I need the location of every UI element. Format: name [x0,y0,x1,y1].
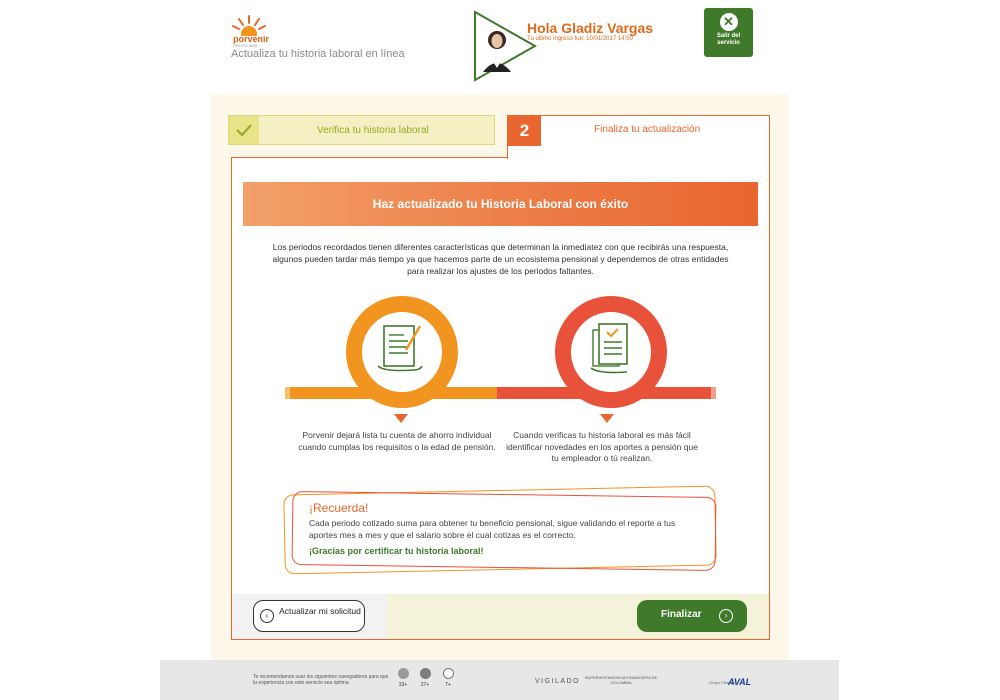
reminder-title: ¡Recuerda! [309,501,369,515]
step-1-tab[interactable]: Verifica tu historia laboral [228,115,495,145]
chrome-icon [397,668,409,679]
exit-service-label: Salir del servicio [716,33,741,46]
update-request-label: Actualizar mi solicitud [279,606,361,616]
chevron-right-icon: › [719,609,733,623]
step-2-tab [507,115,770,159]
reminder-thanks: ¡Gracias por certificar tu historia labo… [309,546,484,556]
arrow-down-icon [600,414,614,423]
exit-service-button[interactable]: ✕ Salir del servicio [704,8,753,57]
step-2-label: Finaliza tu actualización [594,124,701,135]
porvenir-logo[interactable] [231,14,281,36]
document-circle-left [346,296,458,408]
user-greeting: Hola Gladiz Vargas [527,20,654,36]
browser-version: 33+ [398,682,408,688]
document-circle-right [555,296,667,408]
browser-recommendation: Te recomendamos usar los siguientes nave… [253,674,389,686]
arrow-down-icon [394,414,408,423]
safari-icon [442,668,454,679]
browser-safari: 7+ [441,668,455,688]
document-check-icon [590,323,628,374]
vigilado-label: VIGILADO [535,678,581,685]
finalize-button[interactable]: Finalizar › [637,600,747,632]
page-tagline: Actualiza tu historia laboral en línea [231,48,405,60]
step-1-label: Verifica tu historia laboral [317,125,429,136]
last-login-text: Tu último ingreso fue: 10/01/2017 14:00 [527,36,633,42]
check-icon [229,116,259,144]
timeline-cap-left [285,387,290,399]
sun-logo-icon [232,15,266,36]
document-pen-icon [377,325,423,372]
finalize-label: Finalizar [661,609,702,620]
right-description: Cuando verificas tu historia laboral es … [506,430,698,463]
close-icon: ✕ [719,13,738,31]
chevron-left-icon: ‹ [260,609,274,623]
step-2-number: 2 [508,116,541,146]
update-request-button[interactable]: ‹ Actualizar mi solicitud [253,600,365,632]
superintendencia-label: SUPERINTENDENCIA FINANCIERA DE COLOMBIA [584,675,658,685]
intro-paragraph: Los periodos recordados tienen diferente… [272,242,729,276]
browser-firefox: 27+ [418,668,432,688]
success-banner: Haz actualizado tu Historia Laboral con … [243,182,758,226]
reminder-text: Cada periodo cotizado suma para obtener … [309,518,676,540]
browser-chrome: 33+ [396,668,410,688]
page: porvenir GRUPO AVAL Actualiza tu histori… [0,0,1000,700]
timeline-cap-right [711,387,716,399]
browser-version: 27+ [420,682,430,688]
browser-version: 7+ [445,682,451,688]
left-description: Porvenir dejará lista tu cuenta de ahorr… [298,430,496,452]
firefox-icon [419,668,431,679]
aval-logo: AVAL [728,677,752,687]
